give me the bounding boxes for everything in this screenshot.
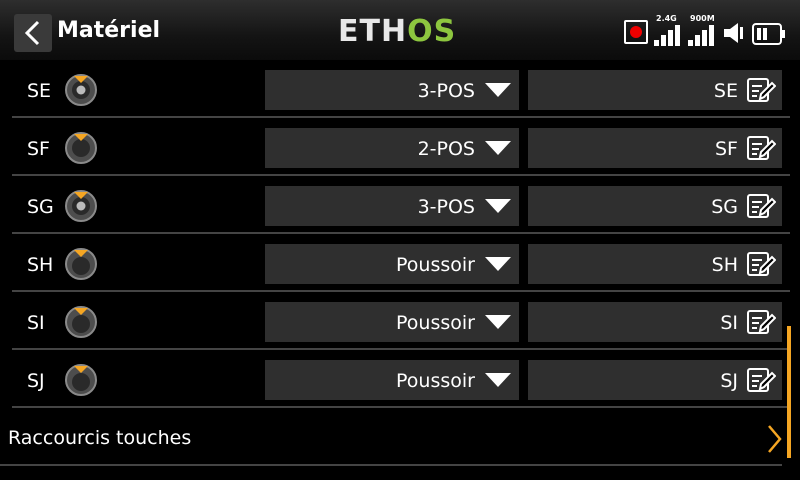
chevron-left-icon xyxy=(24,20,40,46)
switch-type-select[interactable]: 2-POS xyxy=(265,128,519,168)
key-shortcuts-label: Raccourcis touches xyxy=(8,427,192,449)
switch-name: SI xyxy=(27,312,45,334)
switch-name: SE xyxy=(27,80,52,102)
switch-alias-field[interactable]: SE xyxy=(528,70,782,110)
status-bar: 2.4G 900M xyxy=(624,14,786,48)
edit-icon xyxy=(747,252,776,276)
chevron-right-icon xyxy=(768,425,782,453)
speaker-icon[interactable] xyxy=(722,21,746,45)
switch-alias-field[interactable]: SJ xyxy=(528,360,782,400)
edit-icon xyxy=(747,78,776,102)
signal-900m-label: 900M xyxy=(690,14,715,23)
switch-row-sh: SH Poussoir SH xyxy=(0,234,790,292)
switch-alias-field[interactable]: SF xyxy=(528,128,782,168)
signal-900m-icon: 900M xyxy=(688,14,716,48)
dropdown-arrow-icon xyxy=(485,373,511,387)
switch-type-select[interactable]: Poussoir xyxy=(265,302,519,342)
switch-alias-field[interactable]: SH xyxy=(528,244,782,284)
switch-name: SG xyxy=(27,196,54,218)
signal-2-4g-label: 2.4G xyxy=(656,14,677,23)
switch-name: SJ xyxy=(27,370,45,392)
switch-3pos-icon xyxy=(65,74,97,106)
switch-alias-field[interactable]: SG xyxy=(528,186,782,226)
battery-icon xyxy=(752,23,785,45)
back-button[interactable] xyxy=(14,14,52,52)
dropdown-arrow-icon xyxy=(485,141,511,155)
switch-row-sj: SJ Poussoir SJ xyxy=(0,350,790,408)
switch-name: SF xyxy=(27,138,50,160)
switch-row-si: SI Poussoir SI xyxy=(0,292,790,350)
switch-row-sf: SF 2-POS SF xyxy=(0,118,790,176)
switch-type-select[interactable]: Poussoir xyxy=(265,244,519,284)
dropdown-arrow-icon xyxy=(485,83,511,97)
dropdown-arrow-icon xyxy=(485,315,511,329)
switch-push-icon xyxy=(65,248,97,280)
switch-name: SH xyxy=(27,254,54,276)
edit-icon xyxy=(747,368,776,392)
switch-type-select[interactable]: 3-POS xyxy=(265,186,519,226)
switch-row-se: SE 3-POS SE xyxy=(0,60,790,118)
dropdown-arrow-icon xyxy=(485,257,511,271)
scrollbar[interactable] xyxy=(787,326,791,458)
header: Matériel ETHOS 2.4G 900M xyxy=(0,0,800,60)
switch-row-sg: SG 3-POS SG xyxy=(0,176,790,234)
signal-2-4g-icon: 2.4G xyxy=(654,14,682,48)
switch-push-icon xyxy=(65,364,97,396)
page-title: Matériel xyxy=(57,18,161,43)
edit-icon xyxy=(747,136,776,160)
record-icon xyxy=(624,20,648,44)
key-shortcuts-item[interactable]: Raccourcis touches xyxy=(0,410,790,466)
switch-alias-field[interactable]: SI xyxy=(528,302,782,342)
switch-type-select[interactable]: 3-POS xyxy=(265,70,519,110)
switch-2pos-icon xyxy=(65,132,97,164)
edit-icon xyxy=(747,194,776,218)
switch-type-select[interactable]: Poussoir xyxy=(265,360,519,400)
dropdown-arrow-icon xyxy=(485,199,511,213)
edit-icon xyxy=(747,310,776,334)
switch-push-icon xyxy=(65,306,97,338)
switch-3pos-icon xyxy=(65,190,97,222)
ethos-logo: ETHOS xyxy=(338,14,457,49)
